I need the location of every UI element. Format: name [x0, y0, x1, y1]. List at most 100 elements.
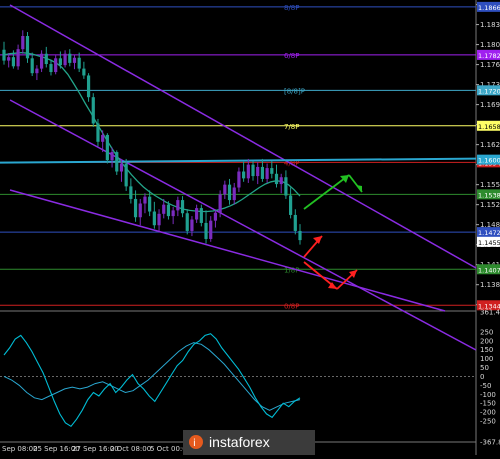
- candle-body: [148, 196, 152, 212]
- support-tag-text: 1.1600: [478, 157, 500, 165]
- candle-body: [91, 97, 95, 124]
- candle-body: [7, 57, 11, 61]
- candle-body: [101, 134, 105, 142]
- oscillator-tick-label: 250: [480, 328, 493, 336]
- price-tick-label: 1.1835: [480, 21, 500, 29]
- murrey-level-label: [8/8]P: [284, 87, 305, 95]
- candle-body: [227, 184, 232, 201]
- candle-body: [143, 196, 147, 204]
- chart-canvas: 8/8P6/8P[8/8]P7/8P4/8P1/8P0/8P: [0, 0, 500, 455]
- candle-body: [199, 208, 203, 223]
- candle-body: [166, 204, 171, 217]
- price-tick-label: 1.1800: [480, 41, 500, 49]
- candle-body: [25, 36, 30, 59]
- candle-body: [162, 204, 166, 214]
- candle-body: [138, 203, 142, 218]
- candle-body: [110, 152, 114, 161]
- candle-body: [176, 200, 180, 211]
- candle-body: [242, 171, 246, 179]
- oscillator-tick-label: -150: [480, 400, 496, 408]
- candle-body: [133, 198, 138, 218]
- price-tag-text: 1.1407: [478, 266, 500, 274]
- oscillator-tick-label: 0: [480, 373, 484, 381]
- svg-text:i: i: [193, 438, 196, 449]
- price-tick-label: 1.1765: [480, 61, 500, 69]
- candle-body: [293, 214, 297, 231]
- candle-body: [274, 173, 279, 185]
- candle-body: [54, 58, 58, 73]
- candle-body: [119, 163, 124, 172]
- candle-body: [284, 177, 288, 196]
- candle-body: [270, 168, 274, 174]
- candle-body: [260, 166, 265, 179]
- price-tick-label: 1.1625: [480, 141, 500, 149]
- murrey-level-label: 7/8P: [284, 123, 300, 131]
- candle-body: [209, 220, 213, 239]
- murrey-level-label: 6/8P: [284, 52, 300, 60]
- oscillator-tick-label: 50: [480, 364, 489, 372]
- candle-body: [190, 219, 194, 231]
- candle-body: [279, 177, 283, 185]
- candle-body: [96, 123, 100, 142]
- candle-body: [35, 68, 39, 74]
- candle-body: [30, 58, 34, 74]
- candle-body: [21, 36, 25, 50]
- watermark-text: instaforex: [209, 434, 270, 450]
- price-tag-text: 1.1538: [478, 191, 500, 199]
- candle-body: [246, 164, 250, 179]
- time-tick-label: 2 Oct 08:00: [110, 445, 151, 453]
- oscillator-tick-label: 150: [480, 346, 493, 354]
- candle-body: [2, 49, 6, 61]
- candle-body: [11, 57, 15, 67]
- candle-body: [86, 75, 91, 98]
- price-tag-text: 1.1658: [478, 123, 500, 131]
- instaforex-logo-icon: i: [189, 435, 203, 449]
- candle-body: [185, 213, 189, 231]
- candle-body: [195, 208, 199, 220]
- candle-body: [232, 187, 236, 201]
- price-tick-label: 1.1555: [480, 181, 500, 189]
- oscillator-tick-label: 361.496: [480, 309, 500, 317]
- current-price-text: 1.1455: [478, 239, 500, 247]
- candle-body: [72, 57, 77, 63]
- chart-window: 8/8P6/8P[8/8]P7/8P4/8P1/8P0/8P: [0, 0, 500, 455]
- candle-body: [265, 168, 269, 179]
- candle-body: [124, 163, 128, 187]
- candle-body: [63, 53, 67, 66]
- watermark: instaforex i: [183, 430, 315, 455]
- candle-body: [68, 53, 72, 63]
- murrey-level-label: 0/8P: [284, 302, 300, 310]
- candle-body: [289, 195, 293, 215]
- candle-body: [58, 58, 62, 66]
- candle-body: [237, 171, 241, 188]
- oscillator-tick-label: -50: [480, 382, 491, 390]
- oscillator-tick-label: 200: [480, 337, 493, 345]
- candle-body: [251, 164, 255, 177]
- candle-body: [171, 210, 175, 217]
- price-tag-text: 1.1782: [478, 52, 500, 60]
- price-tick-label: 1.1695: [480, 101, 500, 109]
- candle-body: [204, 222, 208, 239]
- candle-body: [39, 53, 44, 69]
- candle-body: [152, 211, 156, 226]
- price-tick-label: 1.1520: [480, 201, 500, 209]
- candle-body: [213, 212, 218, 221]
- candle-body: [115, 152, 119, 172]
- candle-body: [180, 200, 185, 214]
- candle-body: [298, 230, 302, 241]
- candle-body: [223, 184, 227, 195]
- oscillator-tick-label: -100: [480, 391, 496, 399]
- price-tag-text: 1.1720: [478, 87, 500, 95]
- price-tick-label: 1.1380: [480, 281, 500, 289]
- oscillator-tick-label: -200: [480, 409, 496, 417]
- candle-body: [218, 194, 222, 213]
- candle-body: [129, 186, 133, 199]
- candle-body: [256, 166, 260, 177]
- oscillator-tick-label: -250: [480, 417, 496, 425]
- price-tag-text: 1.1472: [478, 229, 500, 237]
- price-tag-text: 1.1866: [478, 4, 500, 12]
- murrey-level-label: 8/8P: [284, 4, 300, 12]
- oscillator-tick-label: -367.870: [480, 439, 500, 447]
- candle-body: [82, 68, 86, 76]
- candle-body: [157, 213, 161, 226]
